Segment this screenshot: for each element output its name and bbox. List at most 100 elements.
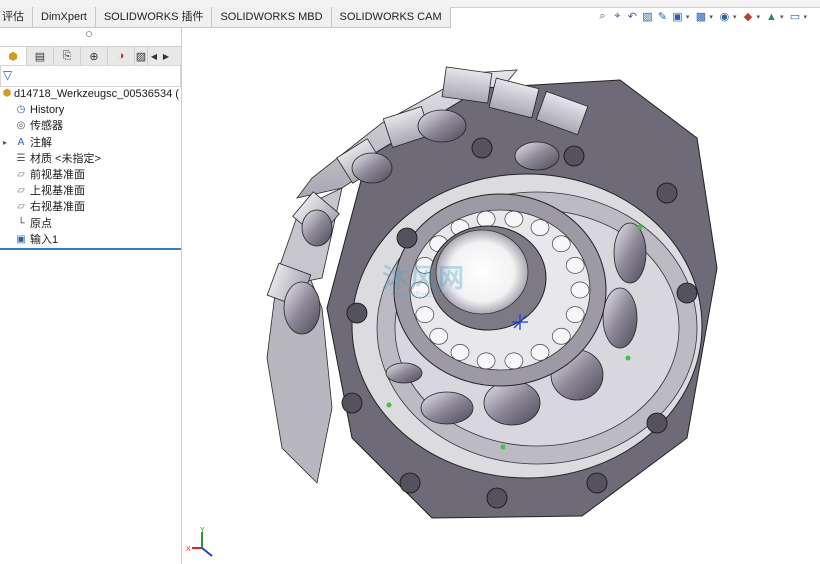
triad-z-axis xyxy=(201,547,213,557)
zoom-to-area-icon[interactable]: ⌖ xyxy=(611,10,624,23)
tree-item-label: History xyxy=(30,104,65,117)
bearing-ball xyxy=(415,306,435,323)
chevron-left-icon[interactable]: ◀ xyxy=(148,47,160,65)
feature-manager-panel: ⬢ ▤ ⎘ ⊕ ◑ ▨ ◀ ▶ ▽ ⬢ d14718_Werkzeugsc_00… xyxy=(0,28,182,564)
propertymanager-tab-icon[interactable]: ▤ xyxy=(27,47,54,65)
imported-body-icon: ▣ xyxy=(16,233,26,245)
bearing-ball xyxy=(565,257,585,274)
bearing-ball xyxy=(476,352,496,370)
tree-item-label: 上视基准面 xyxy=(30,185,85,198)
tree-item-history[interactable]: ◷ History xyxy=(0,102,181,118)
bearing-ball xyxy=(565,306,585,323)
model-render[interactable] xyxy=(182,28,820,564)
tree-item-sensors[interactable]: ◎ 传感器 xyxy=(0,118,181,134)
bearing-ball xyxy=(450,344,470,361)
bearing-ball xyxy=(570,281,590,299)
view-settings-icon[interactable]: ▭ xyxy=(788,10,801,23)
tree-item-label: 原点 xyxy=(30,217,52,230)
cam-manager-tab-icon[interactable]: ▨ xyxy=(135,47,148,65)
feature-tree: ⬢ d14718_Werkzeugsc_00536534 ( ◷ History… xyxy=(0,86,181,248)
zoom-to-fit-icon[interactable]: ⌕ xyxy=(596,10,609,23)
sensors-icon: ◎ xyxy=(16,120,26,132)
bearing-ball xyxy=(551,235,571,253)
bearing-ball xyxy=(530,344,550,361)
bolt-hole xyxy=(676,282,698,304)
tree-item-top-plane[interactable]: ▱ 上视基准面 xyxy=(0,183,181,199)
triad-y-label: Y xyxy=(200,527,205,534)
watermark: 沐风网 www.mfcad.com xyxy=(328,258,498,299)
display-style-icon[interactable]: ▩ xyxy=(694,10,707,23)
bolt-hole xyxy=(586,472,608,494)
tab-solidworks-addins[interactable]: SOLIDWORKS 插件 xyxy=(95,7,213,28)
previous-view-icon[interactable]: ↶ xyxy=(626,10,639,23)
bearing-ball xyxy=(476,210,496,228)
tree-item-label: 右视基准面 xyxy=(30,201,85,214)
section-view-icon[interactable]: ▧ xyxy=(641,10,654,23)
bearing-ball xyxy=(551,327,571,345)
tree-item-label: 注解 xyxy=(30,136,52,149)
chevron-down-icon[interactable]: ▾ xyxy=(803,13,807,21)
view-orientation-icon[interactable]: ▣ xyxy=(671,10,684,23)
configurationmanager-tab-icon[interactable]: ⎘ xyxy=(54,47,81,65)
graphics-area[interactable]: 沐风网 www.mfcad.com Y X xyxy=(182,28,820,564)
tab-solidworks-cam[interactable]: SOLIDWORKS CAM xyxy=(331,7,451,28)
panel-manager-tabs: ⬢ ▤ ⎘ ⊕ ◑ ▨ ◀ ▶ xyxy=(0,46,181,66)
watermark-url: www.mfcad.com xyxy=(390,290,449,299)
hide-show-items-icon[interactable]: ◉ xyxy=(718,10,731,23)
tree-item-label: 输入1 xyxy=(30,233,59,246)
bolt-hole xyxy=(486,487,508,509)
bolt-hole xyxy=(656,182,678,204)
tree-item-origin[interactable]: └ 原点 xyxy=(0,216,181,232)
bearing-ball xyxy=(504,210,524,228)
filter-icon[interactable]: ▽ xyxy=(3,68,12,82)
tree-item-annotations[interactable]: ▸ A 注解 xyxy=(0,135,181,151)
chevron-down-icon[interactable]: ▾ xyxy=(756,13,760,21)
tab-evaluate[interactable]: 评估 xyxy=(0,7,33,28)
heads-up-view-toolbar: ⌕ ⌖ ↶ ▧ ✎ ▣ ▾ ▩ ▾ ◉ ▾ ◆ ▾ ▲ ▾ ▭ ▾ xyxy=(596,10,810,23)
material-icon: ☰ xyxy=(16,152,26,164)
rollback-bar[interactable] xyxy=(0,248,181,250)
displaymanager-tab-icon[interactable]: ◑ xyxy=(108,47,135,65)
edit-appearance-icon[interactable]: ◆ xyxy=(741,10,754,23)
plane-icon: ▱ xyxy=(17,168,25,180)
triad-x-label: X xyxy=(186,546,191,553)
bolt-hole xyxy=(341,392,363,414)
apply-scene-icon[interactable]: ▲ xyxy=(765,10,778,23)
plane-icon: ▱ xyxy=(17,201,25,213)
tree-item-label: 前视基准面 xyxy=(30,168,85,181)
chevron-down-icon[interactable]: ▾ xyxy=(780,13,784,21)
tree-item-right-plane[interactable]: ▱ 右视基准面 xyxy=(0,199,181,215)
tree-item-front-plane[interactable]: ▱ 前视基准面 xyxy=(0,167,181,183)
bolt-hole xyxy=(563,145,585,167)
bolt-hole xyxy=(399,472,421,494)
tree-item-part-root[interactable]: ⬢ d14718_Werkzeugsc_00536534 ( xyxy=(0,86,181,102)
annotations-icon: A xyxy=(17,136,25,148)
command-manager-tabs: 评估 DimXpert SOLIDWORKS 插件 SOLIDWORKS MBD… xyxy=(0,7,451,28)
bolt-hole xyxy=(346,302,368,324)
bolt-hole xyxy=(646,412,668,434)
panel-collapse-handle[interactable] xyxy=(86,31,92,37)
expand-arrow-icon[interactable]: ▸ xyxy=(3,135,7,151)
origin-icon: └ xyxy=(17,217,25,229)
tree-item-material[interactable]: ☰ 材质 <未指定> xyxy=(0,151,181,167)
tree-filter[interactable]: ▽ xyxy=(0,65,181,87)
dynamic-annotation-icon[interactable]: ✎ xyxy=(656,10,669,23)
chevron-down-icon[interactable]: ▾ xyxy=(733,13,737,21)
chevron-right-icon[interactable]: ▶ xyxy=(160,47,172,65)
chevron-down-icon[interactable]: ▾ xyxy=(686,13,690,21)
tree-item-imported-body[interactable]: ▣ 输入1 xyxy=(0,232,181,248)
bearing-ball xyxy=(504,352,524,370)
featuremanager-tab-icon[interactable]: ⬢ xyxy=(0,47,27,65)
reference-triad: Y X xyxy=(186,526,220,564)
tab-dimxpert[interactable]: DimXpert xyxy=(33,7,96,28)
bearing-ball xyxy=(429,327,449,345)
bolt-hole xyxy=(396,227,418,249)
bolt-hole xyxy=(471,137,493,159)
tree-item-label: d14718_Werkzeugsc_00536534 ( xyxy=(14,88,179,100)
plane-icon: ▱ xyxy=(17,185,25,197)
tree-item-label: 传感器 xyxy=(30,120,63,133)
tree-item-label: 材质 <未指定> xyxy=(30,152,101,165)
dimxpertmanager-tab-icon[interactable]: ⊕ xyxy=(81,47,108,65)
chevron-down-icon[interactable]: ▾ xyxy=(709,13,713,21)
tab-solidworks-mbd[interactable]: SOLIDWORKS MBD xyxy=(212,7,332,28)
